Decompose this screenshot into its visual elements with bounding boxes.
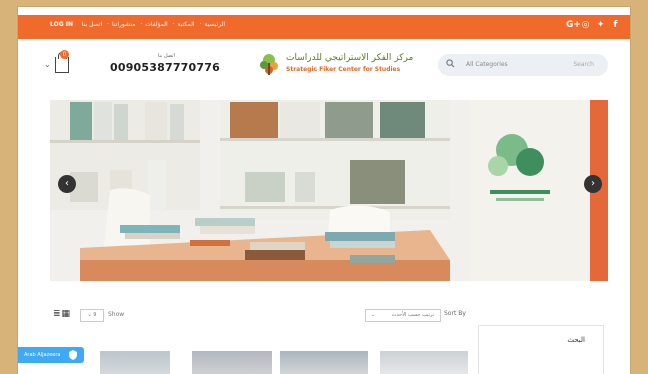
search-category-select[interactable]: All Categories	[466, 61, 508, 68]
product-card[interactable]	[192, 351, 272, 374]
google-plus-icon[interactable]: G+	[566, 20, 581, 30]
list-view-icon[interactable]: ≣	[53, 309, 62, 319]
phone-number[interactable]: 00905387770776	[110, 61, 220, 74]
social-links: G+ ◎ ✦ f	[566, 20, 620, 30]
search-icon[interactable]	[446, 59, 455, 68]
chat-widget-button[interactable]: Arab Aljazeera	[18, 347, 84, 363]
per-page-select[interactable]: ⌄ 9	[80, 309, 104, 322]
product-card[interactable]	[380, 351, 468, 374]
cart-icon	[55, 52, 69, 73]
sort-label: Sort By	[444, 310, 466, 317]
top-link-5[interactable]: اتصل بنا	[82, 21, 102, 28]
phone-label: اتصل بنا	[158, 53, 175, 59]
chevron-down-icon: ⌄	[44, 60, 51, 69]
chevron-down-icon: ⌄	[371, 312, 376, 318]
product-card[interactable]	[280, 351, 368, 374]
logo-arabic-text: مركز الفكر الاستراتيجي للدراسات	[286, 53, 414, 63]
top-link-3[interactable]: المؤلفات	[145, 21, 167, 28]
chevron-left-icon: ‹	[65, 178, 69, 189]
chevron-right-icon: ›	[591, 178, 595, 189]
product-grid	[80, 349, 468, 374]
twitter-icon[interactable]: ✦	[596, 20, 605, 30]
show-label: Show	[108, 311, 125, 318]
facebook-icon[interactable]: f	[611, 20, 620, 30]
view-toggle[interactable]: ≣▦	[53, 309, 71, 319]
search-input[interactable]: Search	[573, 61, 594, 68]
per-page-value: 9	[93, 312, 97, 318]
logo-mark-icon	[260, 54, 278, 75]
sidebar-title: البحث	[567, 336, 585, 344]
chat-widget-label: Arab Aljazeera	[24, 352, 61, 358]
cart-badge: 0	[60, 50, 69, 59]
grid-view-icon[interactable]: ▦	[62, 309, 72, 319]
hero-image	[50, 100, 608, 281]
top-link-1[interactable]: الرئيسية	[204, 21, 225, 28]
product-card[interactable]	[100, 351, 170, 374]
sort-value: ترتيب حسب الأحدث	[391, 312, 434, 318]
top-link-4[interactable]: منشوراتنا	[112, 21, 135, 28]
site-logo[interactable]: مركز الفكر الاستراتيجي للدراسات Strategi…	[256, 49, 432, 83]
slider-prev-button[interactable]: ‹	[58, 175, 76, 193]
top-bar: LOG IN الرئيسية· المكتبة· المؤلفات· منشو…	[18, 15, 630, 39]
sort-select[interactable]: ⌄ ترتيب حسب الأحدث	[365, 309, 441, 322]
browser-frame: LOG IN الرئيسية· المكتبة· المؤلفات· منشو…	[18, 7, 630, 374]
top-links: LOG IN الرئيسية· المكتبة· المؤلفات· منشو…	[50, 21, 226, 28]
search-bar[interactable]: All Categories Search	[438, 54, 608, 76]
logo-english-text: Strategic Fiker Center for Studies	[286, 66, 401, 73]
instagram-icon[interactable]: ◎	[581, 20, 590, 30]
hero-slider[interactable]: ‹ ›	[50, 100, 608, 281]
cart-button[interactable]: ⌄ 0	[44, 50, 72, 76]
top-link-2[interactable]: المكتبة	[177, 21, 194, 28]
login-link[interactable]: LOG IN	[50, 21, 73, 28]
shield-icon	[69, 350, 77, 360]
slider-next-button[interactable]: ›	[584, 175, 602, 193]
sidebar-search-widget: البحث	[478, 325, 604, 374]
